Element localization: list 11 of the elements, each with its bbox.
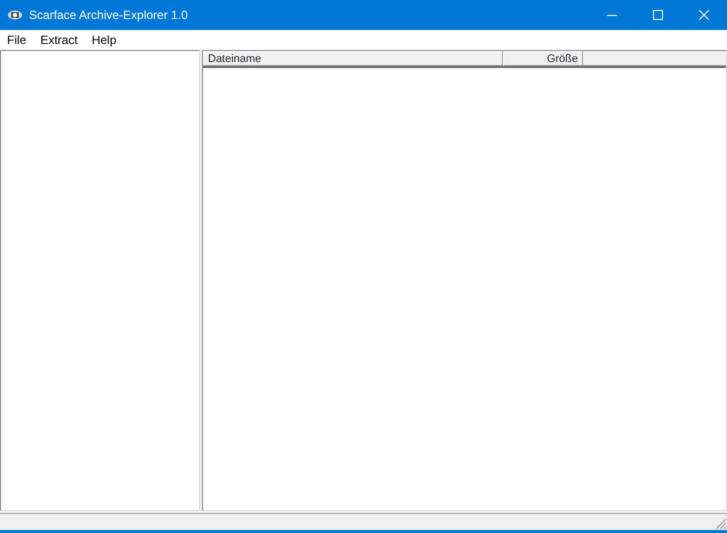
window-title: Scarface Archive-Explorer 1.0	[28, 7, 188, 24]
menu-item[interactable]: Extract	[33, 31, 85, 49]
maximize-icon	[653, 10, 663, 20]
close-icon	[699, 10, 709, 20]
menu-item[interactable]: Help	[84, 31, 124, 49]
column-header[interactable]: Größe	[503, 51, 583, 66]
file-list-pane[interactable]: Dateiname Größe	[202, 50, 727, 511]
app-icon	[7, 9, 23, 21]
column-header[interactable]: Dateiname	[203, 51, 503, 66]
resize-grip-icon[interactable]	[715, 518, 727, 530]
menu-item[interactable]: File	[0, 31, 34, 49]
